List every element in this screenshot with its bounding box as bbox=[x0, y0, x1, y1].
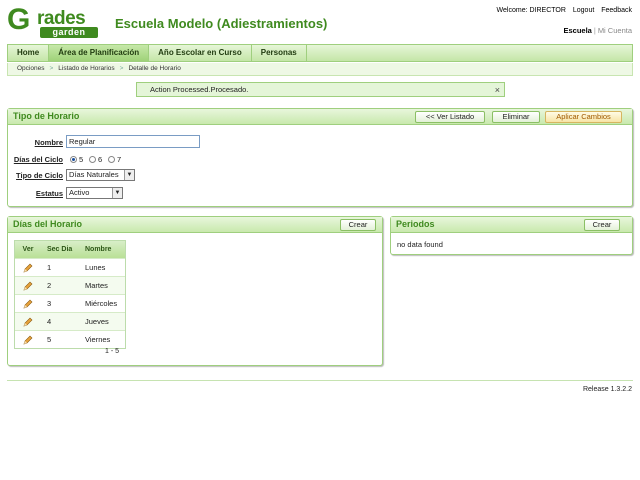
dias-horario-region: Días del Horario Crear Ver Sec Dia Nombr… bbox=[7, 216, 383, 366]
chevron-down-icon: ▼ bbox=[124, 170, 134, 180]
col-sec-dia[interactable]: Sec Dia bbox=[41, 241, 73, 258]
table-body: 1 Lunes 2 Martes 3 Miércoles 4 Jueves 5 bbox=[15, 258, 125, 348]
breadcrumb-opciones[interactable]: Opciones bbox=[17, 65, 44, 72]
tipo-ciclo-value: Días Naturales bbox=[69, 170, 119, 179]
table-row: 4 Jueves bbox=[15, 312, 125, 330]
sec-dia-cell: 3 bbox=[47, 299, 52, 308]
mi-cuenta-link[interactable]: Mi Cuenta bbox=[598, 26, 632, 35]
dias-ciclo-radio-6[interactable] bbox=[89, 156, 96, 163]
welcome-text: Welcome: DIRECTOR bbox=[496, 7, 566, 14]
table-row: 2 Martes bbox=[15, 276, 125, 294]
context-links: Escuela | Mi Cuenta bbox=[564, 26, 633, 35]
release-version: Release 1.3.2.2 bbox=[582, 386, 632, 393]
grades-garden-logo: G rades garden bbox=[7, 3, 103, 39]
estatus-value: Activo bbox=[69, 188, 90, 197]
sec-dia-cell: 2 bbox=[47, 281, 52, 290]
tab-area-planificacion[interactable]: Área de Planificación bbox=[49, 45, 150, 61]
table-row: 3 Miércoles bbox=[15, 294, 125, 312]
tipo-horario-region: Tipo de Horario << Ver Listado Eliminar … bbox=[7, 108, 633, 207]
periodos-header: Periodos Crear bbox=[391, 217, 632, 233]
tab-personas[interactable]: Personas bbox=[252, 45, 307, 61]
periodos-region: Periodos Crear no data found bbox=[390, 216, 633, 255]
breadcrumb-detalle: Detalle de Horario bbox=[128, 65, 181, 72]
message-text: Action Processed.Procesado. bbox=[150, 85, 249, 94]
feedback-link[interactable]: Feedback bbox=[601, 7, 632, 14]
dias-ciclo-option-7: 7 bbox=[117, 155, 122, 164]
nombre-input[interactable]: Regular bbox=[66, 135, 200, 148]
dias-ciclo-radio-5[interactable] bbox=[70, 156, 77, 163]
pencil-icon[interactable] bbox=[15, 331, 41, 348]
sec-dia-cell: 5 bbox=[47, 335, 52, 344]
pencil-icon[interactable] bbox=[15, 313, 41, 330]
tab-ano-escolar[interactable]: Año Escolar en Curso bbox=[149, 45, 252, 61]
dias-ciclo-radio-7[interactable] bbox=[108, 156, 115, 163]
nombre-cell: Miércoles bbox=[85, 299, 118, 308]
dias-ciclo-option-6: 6 bbox=[98, 155, 103, 164]
table-row: 5 Viernes bbox=[15, 330, 125, 348]
breadcrumb-chevron-icon: > bbox=[119, 65, 124, 72]
pagination-text: 1 - 5 bbox=[105, 348, 120, 355]
col-nombre[interactable]: Nombre bbox=[73, 241, 125, 258]
dias-horario-header: Días del Horario Crear bbox=[8, 217, 382, 233]
escuela-link[interactable]: Escuela bbox=[564, 26, 592, 35]
nombre-cell: Lunes bbox=[85, 263, 106, 272]
footer-divider bbox=[7, 380, 633, 381]
dias-horario-title: Días del Horario bbox=[13, 219, 83, 229]
context-separator: | bbox=[593, 26, 596, 35]
col-ver[interactable]: Ver bbox=[15, 241, 41, 258]
nombre-label: Nombre bbox=[34, 138, 63, 147]
table-header: Ver Sec Dia Nombre bbox=[15, 241, 125, 258]
pencil-icon[interactable] bbox=[15, 277, 41, 294]
breadcrumb-chevron-icon: > bbox=[49, 65, 54, 72]
logo-subtext: garden bbox=[40, 27, 98, 38]
tipo-ciclo-select[interactable]: Días Naturales ▼ bbox=[66, 169, 135, 181]
sec-dia-cell: 4 bbox=[47, 317, 52, 326]
breadcrumb-listado[interactable]: Listado de Horarios bbox=[58, 65, 114, 72]
table-row: 1 Lunes bbox=[15, 258, 125, 276]
breadcrumb: Opciones > Listado de Horarios > Detalle de … bbox=[7, 63, 633, 76]
pencil-icon[interactable] bbox=[15, 295, 41, 312]
estatus-label: Estatus bbox=[35, 189, 63, 198]
ver-listado-button[interactable]: << Ver Listado bbox=[415, 111, 485, 123]
nombre-cell: Martes bbox=[85, 281, 108, 290]
main-nav: Home Área de Planificación Año Escolar e… bbox=[7, 44, 633, 62]
estatus-select[interactable]: Activo ▼ bbox=[66, 187, 123, 199]
logo-text: rades bbox=[37, 8, 86, 29]
tipo-horario-title: Tipo de Horario bbox=[13, 111, 80, 121]
tab-home[interactable]: Home bbox=[8, 45, 50, 61]
success-message: Action Processed.Procesado. × bbox=[136, 82, 505, 97]
dias-ciclo-option-5: 5 bbox=[79, 155, 84, 164]
logout-link[interactable]: Logout bbox=[573, 7, 594, 14]
aplicar-cambios-button[interactable]: Aplicar Cambios bbox=[545, 111, 622, 123]
tipo-horario-header: Tipo de Horario << Ver Listado Eliminar … bbox=[8, 109, 632, 125]
sec-dia-cell: 1 bbox=[47, 263, 52, 272]
eliminar-button[interactable]: Eliminar bbox=[492, 111, 540, 123]
nombre-cell: Viernes bbox=[85, 335, 111, 344]
nombre-cell: Jueves bbox=[85, 317, 109, 326]
close-icon[interactable]: × bbox=[495, 83, 500, 97]
chevron-down-icon: ▼ bbox=[112, 188, 122, 198]
no-data-text: no data found bbox=[397, 240, 443, 249]
periodos-title: Periodos bbox=[396, 219, 435, 229]
dias-table: Ver Sec Dia Nombre 1 Lunes 2 Martes 3 Mi… bbox=[14, 240, 126, 349]
crear-dia-button[interactable]: Crear bbox=[340, 219, 376, 231]
dias-ciclo-label: Días del Ciclo bbox=[13, 155, 63, 164]
logo-letter: G bbox=[7, 3, 31, 36]
crear-periodo-button[interactable]: Crear bbox=[584, 219, 620, 231]
pencil-icon[interactable] bbox=[15, 259, 41, 276]
tipo-ciclo-label: Tipo de Ciclo bbox=[16, 171, 63, 180]
top-links: Welcome: DIRECTOR Logout Feedback bbox=[497, 7, 632, 14]
school-title: Escuela Modelo (Adiestramientos) bbox=[115, 16, 328, 31]
